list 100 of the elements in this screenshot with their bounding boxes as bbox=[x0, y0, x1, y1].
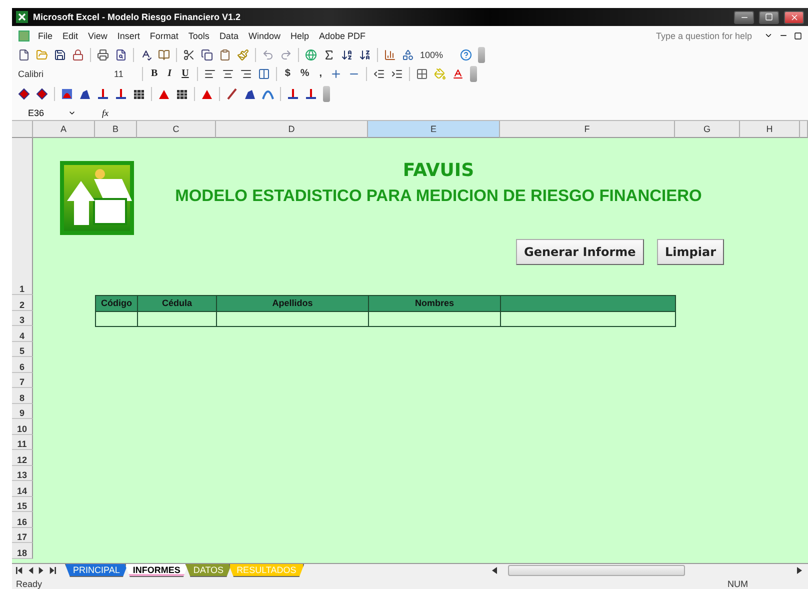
line-icon[interactable] bbox=[226, 88, 238, 100]
area-chart-icon[interactable] bbox=[61, 88, 73, 100]
align-left-icon[interactable] bbox=[204, 68, 216, 80]
plot-icon[interactable] bbox=[97, 88, 109, 100]
triangle-icon[interactable] bbox=[201, 88, 213, 100]
font-size-field[interactable]: 11 bbox=[114, 68, 136, 78]
area-chart-icon[interactable] bbox=[244, 88, 256, 100]
increase-decimal-icon[interactable] bbox=[330, 68, 342, 80]
toolbar-options-icon[interactable] bbox=[478, 46, 485, 62]
globe-icon[interactable] bbox=[305, 48, 317, 60]
column-header[interactable]: A bbox=[33, 121, 95, 138]
menu-item[interactable]: Format bbox=[148, 30, 180, 40]
underline-button[interactable]: U bbox=[180, 68, 191, 79]
font-name-field[interactable]: Calibri bbox=[18, 68, 108, 78]
book-icon[interactable] bbox=[158, 48, 170, 60]
sum-icon[interactable] bbox=[323, 48, 335, 60]
column-header[interactable]: D bbox=[216, 121, 368, 138]
menu-item[interactable]: Data bbox=[217, 30, 240, 40]
triangle-icon[interactable] bbox=[158, 88, 170, 100]
plot-icon[interactable] bbox=[305, 88, 317, 100]
help-search-field[interactable]: Type a question for help bbox=[654, 30, 758, 42]
previous-sheet-icon[interactable] bbox=[27, 567, 34, 574]
row-header[interactable]: 6 bbox=[12, 357, 33, 372]
number-format-button[interactable]: , bbox=[317, 68, 324, 79]
diamond-icon[interactable] bbox=[36, 88, 48, 100]
dropdown-icon[interactable] bbox=[764, 31, 773, 40]
help-icon[interactable] bbox=[460, 48, 472, 60]
menu-item[interactable]: View bbox=[86, 30, 110, 40]
spelling-icon[interactable] bbox=[140, 48, 152, 60]
table-cell[interactable] bbox=[95, 310, 138, 327]
row-header[interactable]: 12 bbox=[12, 450, 33, 466]
next-sheet-icon[interactable] bbox=[38, 567, 45, 574]
cut-icon[interactable] bbox=[183, 48, 195, 60]
row-header[interactable]: 7 bbox=[12, 372, 33, 388]
maximize-button[interactable] bbox=[759, 10, 779, 24]
paste-icon[interactable] bbox=[219, 48, 231, 60]
name-box[interactable]: E36 bbox=[12, 108, 82, 118]
format-painter-icon[interactable] bbox=[237, 48, 249, 60]
row-header[interactable]: 17 bbox=[12, 528, 33, 543]
area-chart-icon[interactable] bbox=[79, 88, 91, 100]
copy-icon[interactable] bbox=[201, 48, 213, 60]
generate-report-button[interactable]: Generar Informe bbox=[516, 239, 644, 265]
menu-item[interactable]: Help bbox=[288, 30, 311, 40]
row-header[interactable]: 1 bbox=[12, 138, 33, 295]
row-header[interactable]: 4 bbox=[12, 326, 33, 342]
table-icon[interactable] bbox=[176, 88, 188, 100]
row-header[interactable]: 18 bbox=[12, 543, 33, 558]
scroll-left-icon[interactable] bbox=[492, 567, 498, 574]
align-right-icon[interactable] bbox=[240, 68, 252, 80]
number-format-button[interactable]: $ bbox=[282, 68, 292, 79]
row-header[interactable]: 16 bbox=[12, 512, 33, 528]
undo-icon[interactable] bbox=[262, 48, 274, 60]
menu-item[interactable]: Insert bbox=[115, 30, 142, 40]
indent-icon[interactable] bbox=[391, 68, 404, 80]
first-sheet-icon[interactable] bbox=[16, 567, 23, 574]
restore-icon[interactable] bbox=[794, 32, 802, 40]
merge-icon[interactable] bbox=[258, 68, 270, 80]
shapes-icon[interactable] bbox=[402, 48, 414, 60]
clear-button[interactable]: Limpiar bbox=[657, 239, 724, 265]
column-header[interactable]: C bbox=[137, 121, 216, 138]
toolbar-options-icon[interactable] bbox=[470, 66, 478, 82]
row-header[interactable]: 2 bbox=[12, 295, 33, 310]
document-icon[interactable] bbox=[18, 30, 30, 42]
borders-icon[interactable] bbox=[416, 68, 428, 80]
plot-icon[interactable] bbox=[287, 88, 299, 100]
menu-item[interactable]: Window bbox=[246, 30, 282, 40]
table-cell[interactable] bbox=[500, 310, 676, 327]
row-header[interactable]: 3 bbox=[12, 310, 33, 326]
plot-icon[interactable] bbox=[115, 88, 127, 100]
menu-item[interactable]: Edit bbox=[60, 30, 80, 40]
sheet-tab[interactable]: PRINCIPAL bbox=[65, 564, 128, 577]
chart-icon[interactable] bbox=[384, 48, 396, 60]
column-header[interactable]: B bbox=[95, 121, 137, 138]
column-header[interactable]: G bbox=[675, 121, 740, 138]
diamond-icon[interactable] bbox=[18, 88, 30, 100]
curve-icon[interactable] bbox=[262, 88, 274, 100]
redo-icon[interactable] bbox=[280, 48, 292, 60]
column-header[interactable]: F bbox=[500, 121, 675, 138]
italic-button[interactable]: I bbox=[166, 68, 174, 79]
table-icon[interactable] bbox=[133, 88, 145, 100]
print-icon[interactable] bbox=[97, 48, 109, 60]
save-icon[interactable] bbox=[54, 48, 66, 60]
new-file-icon[interactable] bbox=[18, 48, 30, 60]
row-header[interactable]: 11 bbox=[12, 434, 33, 450]
align-center-icon[interactable] bbox=[222, 68, 234, 80]
menu-item[interactable]: Tools bbox=[186, 30, 212, 40]
sort-ascending-icon[interactable] bbox=[341, 48, 353, 60]
minimize-button[interactable] bbox=[734, 10, 754, 24]
row-header[interactable]: 5 bbox=[12, 342, 33, 357]
column-header[interactable]: H bbox=[740, 121, 800, 138]
number-format-button[interactable]: % bbox=[298, 68, 312, 79]
fill-color-icon[interactable] bbox=[434, 68, 446, 80]
font-color-icon[interactable] bbox=[452, 68, 464, 80]
row-header[interactable]: 9 bbox=[12, 404, 33, 419]
row-header[interactable]: 14 bbox=[12, 481, 33, 496]
close-button[interactable] bbox=[784, 10, 804, 24]
sort-descending-icon[interactable] bbox=[359, 48, 371, 60]
menu-item[interactable]: Adobe PDF bbox=[316, 30, 368, 40]
scroll-right-icon[interactable] bbox=[796, 567, 802, 574]
outdent-icon[interactable] bbox=[373, 68, 386, 80]
